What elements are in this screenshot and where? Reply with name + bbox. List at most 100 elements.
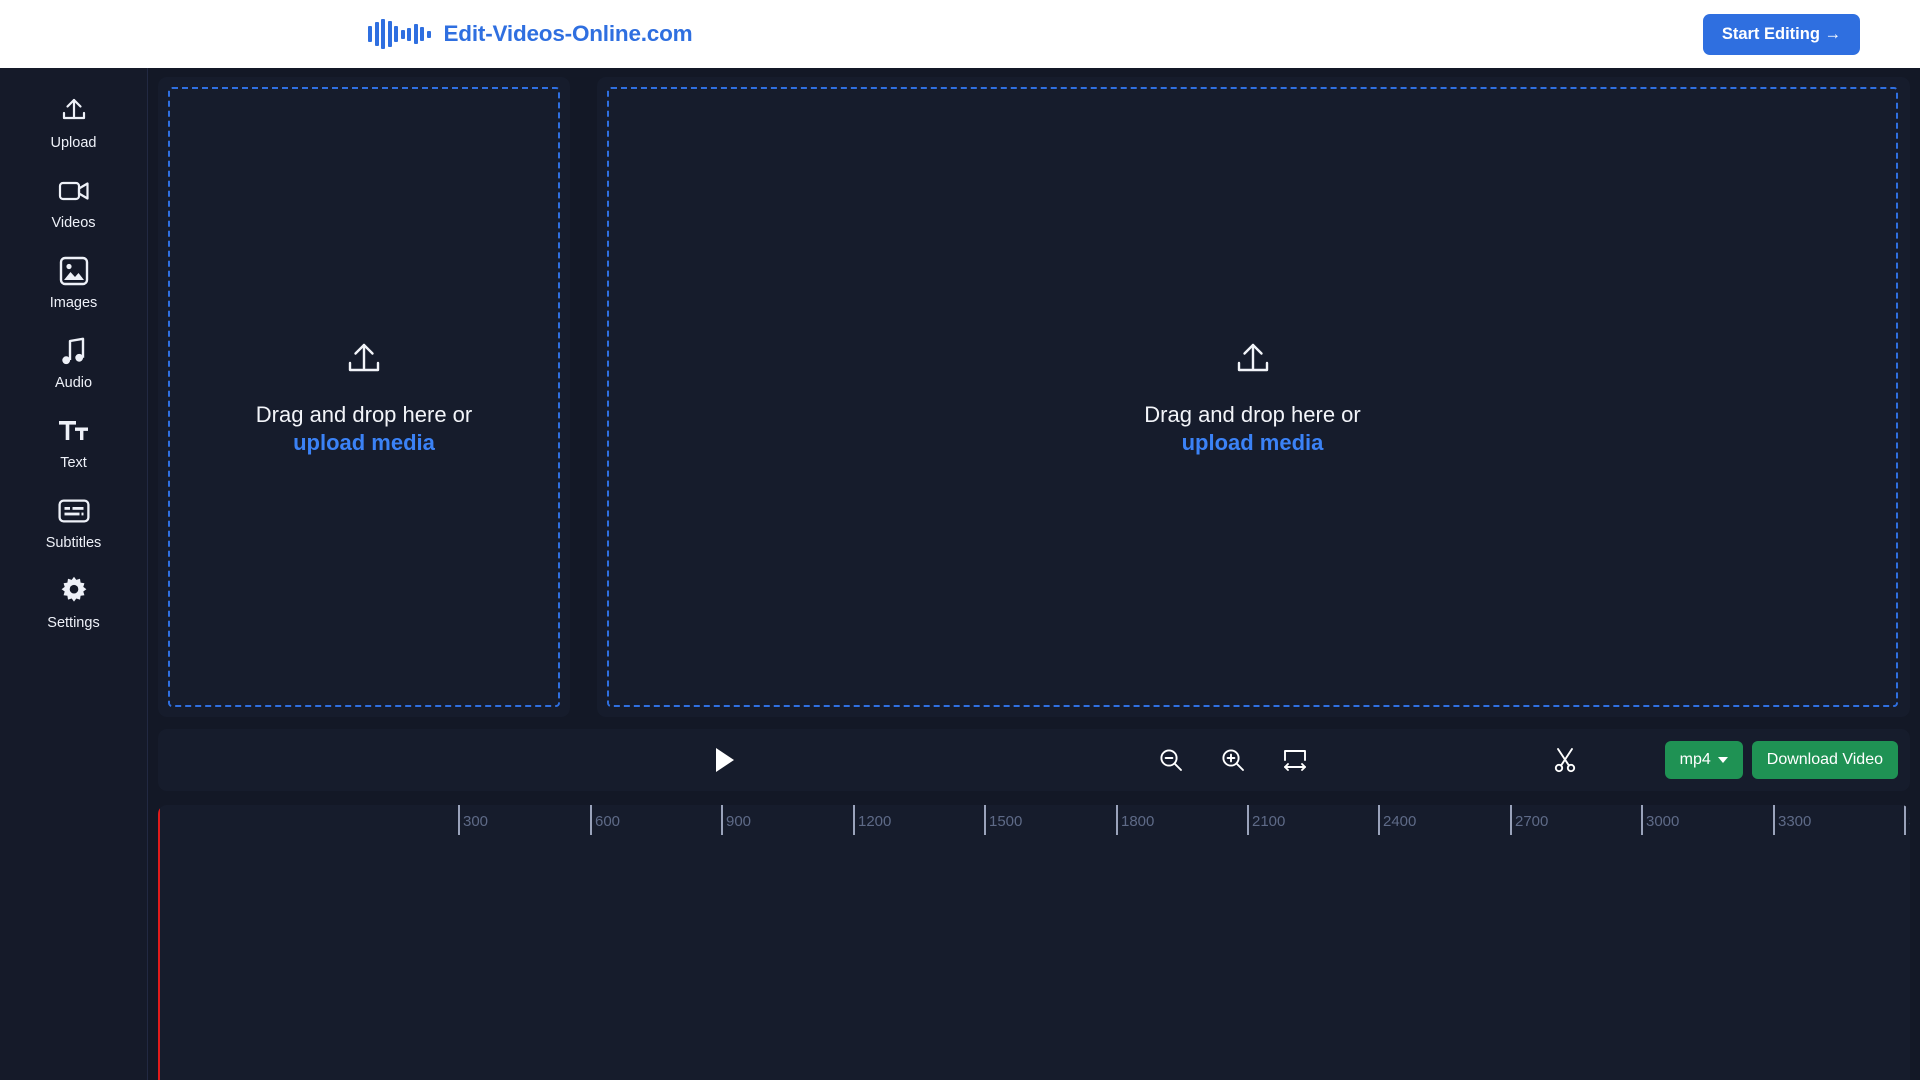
play-button[interactable] xyxy=(714,747,736,773)
ruler-tick: 1500 xyxy=(984,805,986,835)
brand-name: Edit-Videos-Online.com xyxy=(444,21,693,47)
ruler-tick: 2700 xyxy=(1510,805,1512,835)
logo-bar xyxy=(368,26,372,42)
format-value: mp4 xyxy=(1680,751,1711,769)
ruler-tick-mark xyxy=(1378,805,1380,835)
upload-icon xyxy=(1231,339,1275,386)
ruler-tick-label: 1800 xyxy=(1121,813,1154,830)
ruler-tick-mark xyxy=(1773,805,1775,835)
logo-bar xyxy=(388,21,392,47)
subtitles-icon xyxy=(57,494,91,528)
ruler-tick-label: 300 xyxy=(463,813,488,830)
ruler-tick-label: 2700 xyxy=(1515,813,1548,830)
sidebar-item-images[interactable]: Images xyxy=(0,242,147,322)
ruler-tick-mark xyxy=(721,805,723,835)
format-select[interactable]: mp4 xyxy=(1665,741,1743,779)
timeline[interactable]: 300 600 900 1200 1500 1800 2100 2400 2700 3000 360… xyxy=(158,805,1910,1080)
dropzone-title: Drag and drop here or xyxy=(1144,402,1360,428)
main-area: Drag and drop here or upload media Drag … xyxy=(148,68,1920,1080)
ruler-tick-label: 900 xyxy=(726,813,751,830)
sidebar-item-videos[interactable]: Videos xyxy=(0,162,147,242)
upload-icon xyxy=(57,94,91,128)
logo-bar xyxy=(381,19,385,49)
arrow-right-icon: → xyxy=(1825,25,1842,43)
media-library-panel: Drag and drop here or upload media xyxy=(158,77,570,717)
ruler-tick-mark xyxy=(984,805,986,835)
upload-icon xyxy=(342,339,386,386)
dropzone-preview[interactable]: Drag and drop here or upload media xyxy=(607,87,1898,707)
ruler-tick-label: 3000 xyxy=(1646,813,1679,830)
logo-bar xyxy=(427,31,431,38)
ruler-tick-label: 2100 xyxy=(1252,813,1285,830)
logo-bar xyxy=(414,24,418,44)
upload-media-link[interactable]: upload media xyxy=(293,430,435,456)
sidebar-item-label: Upload xyxy=(51,135,97,151)
ruler-tick-mark xyxy=(1116,805,1118,835)
sidebar-item-label: Text xyxy=(60,455,87,471)
ruler-tick-label: 3300 xyxy=(1778,813,1811,830)
sidebar-item-text[interactable]: Text xyxy=(0,402,147,482)
ruler-tick: 3600 xyxy=(1904,805,1906,835)
logo-bar xyxy=(375,22,379,46)
sidebar-item-audio[interactable]: Audio xyxy=(0,322,147,402)
start-editing-button[interactable]: Start Editing → xyxy=(1703,14,1860,55)
ruler-tick: 3300 xyxy=(1773,805,1775,835)
ruler-tick-mark xyxy=(1510,805,1512,835)
zoom-in-icon[interactable] xyxy=(1220,747,1246,773)
upload-media-link[interactable]: upload media xyxy=(1182,430,1324,456)
logo-bar xyxy=(394,26,398,42)
sidebar-item-upload[interactable]: Upload xyxy=(0,82,147,162)
zoom-controls xyxy=(1158,747,1308,773)
video-camera-icon xyxy=(57,174,91,208)
sidebar-item-subtitles[interactable]: Subtitles xyxy=(0,482,147,562)
ruler-tick-mark xyxy=(458,805,460,835)
ruler-tick-mark xyxy=(1247,805,1249,835)
ruler-tick-label: 2400 xyxy=(1383,813,1416,830)
preview-panel: Drag and drop here or upload media xyxy=(597,77,1910,717)
app-header: Edit-Videos-Online.com Start Editing → xyxy=(0,0,1920,68)
dropzone-media-library[interactable]: Drag and drop here or upload media xyxy=(168,87,560,707)
fit-to-width-icon[interactable] xyxy=(1282,748,1308,772)
music-note-icon xyxy=(57,334,91,368)
brand: Edit-Videos-Online.com xyxy=(368,17,692,51)
sidebar: Upload Videos Images xyxy=(0,68,148,1080)
sidebar-item-label: Settings xyxy=(47,615,99,631)
playhead[interactable] xyxy=(158,805,160,1080)
scissors-icon[interactable] xyxy=(1553,747,1577,773)
logo-bar xyxy=(407,28,411,41)
gear-icon xyxy=(57,574,91,608)
text-tt-icon xyxy=(57,414,91,448)
ruler-tick-label: 1200 xyxy=(858,813,891,830)
image-icon xyxy=(57,254,91,288)
sidebar-item-label: Audio xyxy=(55,375,92,391)
timeline-ruler[interactable]: 300 600 900 1200 1500 1800 2100 2400 2700 3000 360… xyxy=(158,805,1910,847)
caret-down-icon xyxy=(1718,757,1728,763)
ruler-tick: 2400 xyxy=(1378,805,1380,835)
ruler-tick: 3000 xyxy=(1641,805,1643,835)
logo-bar xyxy=(401,30,405,39)
ruler-tick-label: 1500 xyxy=(989,813,1022,830)
waveform-logo-icon xyxy=(368,17,431,51)
editor-toolbar: mp4 Download Video xyxy=(158,729,1910,791)
sidebar-item-label: Videos xyxy=(51,215,95,231)
download-video-button[interactable]: Download Video xyxy=(1752,741,1898,779)
ruler-tick: 2100 xyxy=(1247,805,1249,835)
ruler-tick-mark xyxy=(853,805,855,835)
logo-bar xyxy=(420,27,424,41)
export-controls: mp4 Download Video xyxy=(1665,741,1898,779)
ruler-tick-label: 3600 xyxy=(1909,813,1910,830)
app-body: Upload Videos Images xyxy=(0,68,1920,1080)
sidebar-item-label: Images xyxy=(50,295,98,311)
ruler-tick: 900 xyxy=(721,805,723,835)
ruler-tick: 600 xyxy=(590,805,592,835)
ruler-tick: 1800 xyxy=(1116,805,1118,835)
stage: Drag and drop here or upload media Drag … xyxy=(158,77,1910,717)
ruler-tick-mark xyxy=(590,805,592,835)
ruler-tick-mark xyxy=(1641,805,1643,835)
zoom-out-icon[interactable] xyxy=(1158,747,1184,773)
sidebar-item-settings[interactable]: Settings xyxy=(0,562,147,642)
dropzone-title: Drag and drop here or xyxy=(256,402,472,428)
sidebar-item-label: Subtitles xyxy=(46,535,102,551)
ruler-tick-label: 600 xyxy=(595,813,620,830)
ruler-tick-mark xyxy=(1904,805,1906,835)
